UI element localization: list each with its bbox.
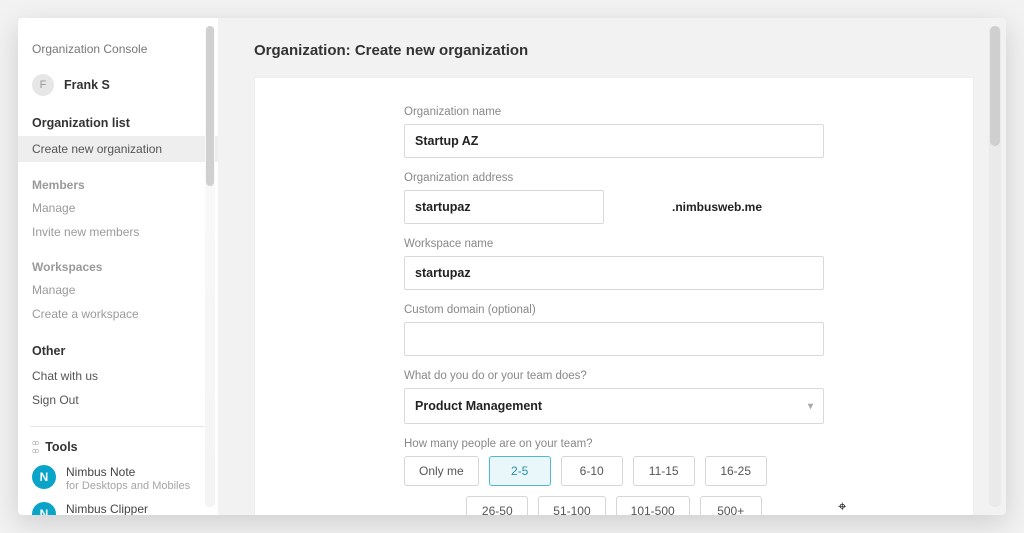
team-size-label: How many people are on your team?	[404, 438, 824, 450]
nav-workspaces-header: Workspaces	[32, 260, 204, 274]
nav-invite-members[interactable]: Invite new members	[32, 220, 204, 244]
app-frame: Organization Console F Frank S Organizat…	[18, 18, 1006, 515]
org-name-input[interactable]	[404, 124, 824, 158]
team-size-option[interactable]: 6-10	[561, 456, 623, 486]
workspace-name-input[interactable]	[404, 256, 824, 290]
team-size-option[interactable]: 51-100	[538, 496, 605, 515]
team-size-row-2: 26-50 51-100 101-500 500+	[404, 496, 824, 515]
tool-nimbus-clipper[interactable]: N Nimbus Clipper complimentary product	[32, 502, 204, 515]
chevron-down-icon: ▾	[808, 401, 813, 412]
create-org-form: Organization name Organization address .…	[404, 106, 824, 515]
team-does-select[interactable]: Product Management ▾	[404, 388, 824, 424]
workspace-name-label: Workspace name	[404, 238, 824, 250]
team-size-option[interactable]: 101-500	[616, 496, 690, 515]
org-address-label: Organization address	[404, 172, 824, 184]
user-row[interactable]: F Frank S	[32, 74, 204, 96]
team-size-option[interactable]: 26-50	[466, 496, 528, 515]
page-title: Organization: Create new organization	[254, 18, 982, 77]
avatar: F	[32, 74, 54, 96]
tool-sub: for Desktops and Mobiles	[66, 480, 190, 492]
console-title: Organization Console	[32, 42, 204, 56]
team-size-option[interactable]: 2-5	[489, 456, 551, 486]
tools-header-row: ▫▫▫▫ Tools	[32, 439, 204, 455]
nav-create-organization[interactable]: Create new organization	[18, 136, 218, 162]
tools-header: Tools	[45, 440, 77, 454]
team-does-label: What do you do or your team does?	[404, 370, 824, 382]
team-size-option[interactable]: Only me	[404, 456, 479, 486]
tool-badge-icon: N	[32, 502, 56, 515]
nav-organization-list[interactable]: Organization list	[32, 116, 204, 130]
team-size-option[interactable]: 11-15	[633, 456, 695, 486]
user-name: Frank S	[64, 78, 110, 92]
main-scrollbar-thumb[interactable]	[990, 26, 1000, 146]
tool-nimbus-note[interactable]: N Nimbus Note for Desktops and Mobiles	[32, 465, 204, 492]
tool-badge-icon: N	[32, 465, 56, 489]
nav-create-workspace[interactable]: Create a workspace	[32, 302, 204, 326]
nav-manage-members[interactable]: Manage	[32, 196, 204, 220]
org-address-input[interactable]	[404, 190, 604, 224]
org-name-label: Organization name	[404, 106, 824, 118]
nav-manage-workspaces[interactable]: Manage	[32, 278, 204, 302]
nav-chat[interactable]: Chat with us	[32, 364, 204, 388]
team-size-row-1: Only me 2-5 6-10 11-15 16-25	[404, 456, 824, 486]
nav-members-header: Members	[32, 178, 204, 192]
grid-icon: ▫▫▫▫	[32, 439, 37, 455]
form-card: Organization name Organization address .…	[254, 77, 974, 515]
tool-name: Nimbus Note	[66, 465, 190, 479]
divider	[30, 426, 206, 427]
org-address-suffix: .nimbusweb.me	[672, 200, 762, 214]
nav-other-header: Other	[32, 344, 204, 358]
main: Organization: Create new organization Or…	[218, 18, 1006, 515]
tool-name: Nimbus Clipper	[66, 502, 177, 515]
team-does-value: Product Management	[415, 399, 542, 413]
nav-signout[interactable]: Sign Out	[32, 388, 204, 412]
sidebar-scrollbar-thumb[interactable]	[206, 26, 214, 186]
team-size-option[interactable]: 16-25	[705, 456, 767, 486]
team-size-option[interactable]: 500+	[700, 496, 762, 515]
sidebar: Organization Console F Frank S Organizat…	[18, 18, 218, 515]
custom-domain-label: Custom domain (optional)	[404, 304, 824, 316]
custom-domain-input[interactable]	[404, 322, 824, 356]
